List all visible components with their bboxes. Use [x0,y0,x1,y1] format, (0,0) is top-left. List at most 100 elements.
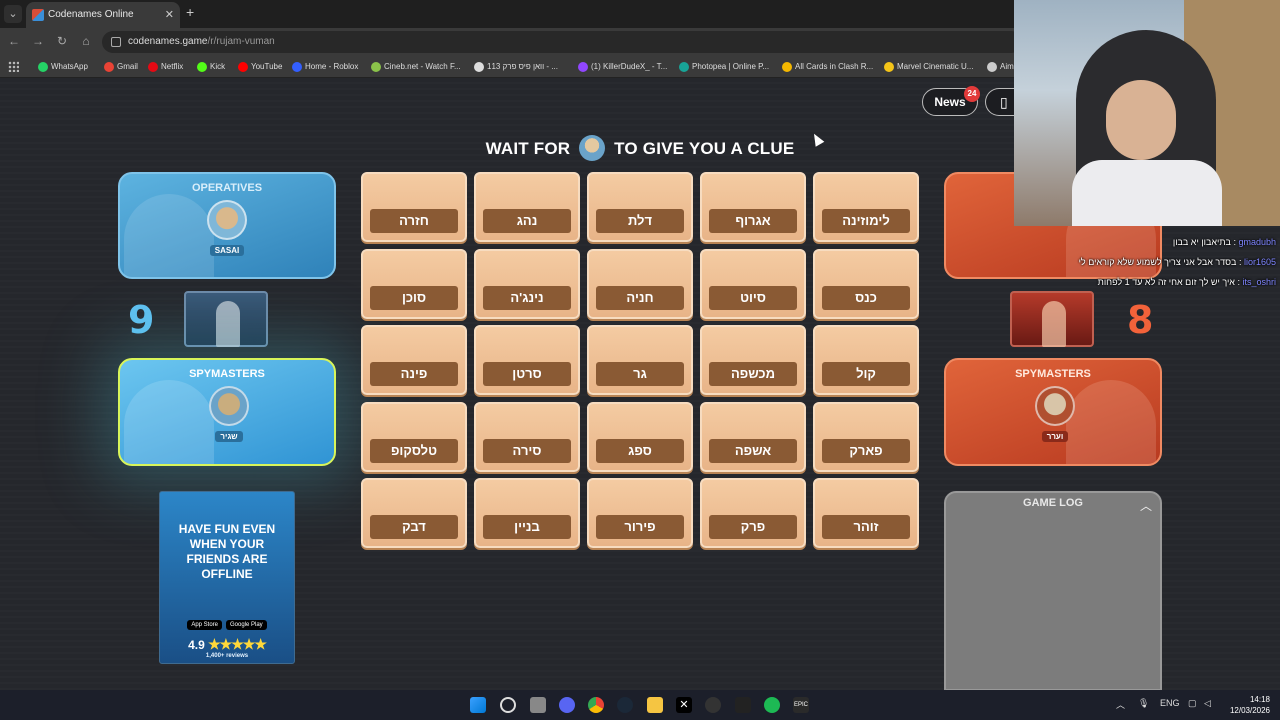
blue-spy-illustration [124,380,214,464]
word-card[interactable]: טלסקופ [361,401,467,472]
site-info-icon[interactable] [111,37,121,47]
red-spymasters-panel[interactable]: SPYMASTERS וערר [944,358,1162,466]
reload-icon[interactable]: ↻ [54,34,70,48]
word-card-label: נינג'ה [483,285,571,310]
word-card[interactable]: פינה [361,325,467,395]
bookmark-label: Gmail [117,62,138,71]
bookmark-label: WhatsApp [51,62,88,71]
word-card[interactable]: נהג [474,172,580,242]
word-card[interactable]: סרטן [474,325,580,395]
file-explorer-icon[interactable] [647,697,663,713]
streamer-webcam [1014,0,1280,226]
word-card[interactable]: מכשפה [700,325,806,395]
word-card[interactable]: אגרוף [700,172,806,242]
task-view-icon[interactable] [530,697,546,713]
codenames-favicon-icon [32,9,44,21]
word-card[interactable]: סירה [474,401,580,472]
word-card-label: לימוזינה [822,209,910,233]
ad-headline: HAVE FUN EVEN WHEN YOUR FRIENDS ARE OFFL… [178,522,276,581]
word-card[interactable]: דבק [361,478,467,548]
bookmark-item[interactable]: Gmail [104,60,138,74]
bookmark-item[interactable]: Netflix [148,60,183,74]
word-card[interactable]: זוהר [813,478,919,548]
bookmark-label: YouTube [251,62,283,71]
bookmark-item[interactable]: Cineb.net - Watch F... [371,60,461,74]
word-card[interactable]: חניה [587,248,693,319]
capcut-icon[interactable]: ✕ [676,697,692,713]
bookmark-item[interactable]: Kick [197,60,225,74]
word-card[interactable]: גר [587,325,693,395]
word-card[interactable]: נינג'ה [474,248,580,319]
start-icon[interactable] [470,697,486,713]
google-play-badge[interactable]: Google Play [226,620,267,630]
word-card[interactable]: פירור [587,478,693,548]
tray-chevron-icon[interactable]: ︿ [1116,698,1125,711]
word-card[interactable]: כנס [813,248,919,319]
word-card[interactable]: ספג [587,401,693,472]
epic-games-icon[interactable]: EPIC [793,697,809,713]
news-label: News [934,95,966,109]
network-icon[interactable]: ▢ [1188,698,1197,709]
home-icon[interactable]: ⌂ [78,34,94,48]
word-card[interactable]: חזרה [361,172,467,242]
spymaster-avatar [579,134,606,161]
red-score: 8 [1127,298,1154,342]
app-icon[interactable] [735,697,751,713]
bookmark-item[interactable]: (1) KillerDudeX_ - T... [578,60,667,74]
word-card-label: ספג [596,438,684,463]
forward-icon[interactable]: → [30,34,46,48]
bookmark-item[interactable]: WhatsApp [38,60,88,74]
language-indicator[interactable]: ENG [1160,698,1180,708]
bookmark-item[interactable]: Photopea | Online P... [679,60,769,74]
word-card-label: זוהר [822,515,910,539]
app-store-badge[interactable]: App Store [187,620,222,630]
bookmark-item[interactable]: All Cards in Clash R... [782,60,873,74]
collapse-chevron-icon[interactable]: ︿ [1140,497,1152,514]
bookmark-item[interactable]: וואן פיס פרק 113 - ... [474,60,558,74]
obs-icon[interactable] [705,697,721,713]
back-icon[interactable]: ← [6,34,22,48]
word-card-label: דבק [370,515,458,539]
discord-icon[interactable] [559,697,575,713]
word-card-label: כנס [822,285,910,310]
spotify-icon[interactable] [764,697,780,713]
tab-search-icon[interactable]: ⌄ [4,5,22,23]
chrome-icon[interactable] [588,697,604,713]
bookmark-item[interactable]: Home - Roblox [292,60,358,74]
bookmark-label: Aim [1000,62,1014,71]
word-card[interactable]: בניין [474,478,580,548]
blue-operatives-panel[interactable]: OPERATIVES SASAI [118,172,336,279]
tab-codenames[interactable]: Codenames Online ✕ [26,2,180,28]
app-promo-ad[interactable]: HAVE FUN EVEN WHEN YOUR FRIENDS ARE OFFL… [159,491,295,664]
word-card[interactable]: לימוזינה [813,172,919,242]
word-card[interactable]: סוכן [361,248,467,319]
address-bar[interactable]: codenames.game/r/rujam-vuman [102,31,1022,53]
steam-icon[interactable] [617,697,633,713]
volume-icon[interactable]: ◁ [1204,698,1211,709]
word-card-label: סרטן [483,362,571,386]
game-log-panel[interactable]: GAME LOG ︿ [944,491,1162,690]
blue-spymasters-panel[interactable]: SPYMASTERS שגיר [118,358,336,466]
apps-grid-icon[interactable] [8,61,19,72]
new-tab-icon[interactable]: + [186,4,194,20]
system-clock[interactable]: 14:18 12/03/2026 [1226,694,1270,716]
blue-score: 9 [128,298,155,342]
search-icon[interactable] [500,697,516,713]
word-card[interactable]: אשפה [700,401,806,472]
microphone-icon[interactable]: 🎙 [1138,698,1149,709]
word-card[interactable]: קול [813,325,919,395]
word-card[interactable]: דלת [587,172,693,242]
word-card[interactable]: סיוט [700,248,806,319]
bookmark-favicon-icon [782,62,792,72]
word-card-label: פינה [370,362,458,386]
close-tab-icon[interactable]: ✕ [165,2,174,28]
word-card[interactable]: פרק [700,478,806,548]
player-avatar [1035,386,1075,426]
clue-suffix: TO GIVE YOU A CLUE [614,139,795,158]
bookmark-item[interactable]: Aim [987,60,1014,74]
chat-separator: : [1236,257,1244,267]
bookmark-item[interactable]: YouTube [238,60,282,74]
bookmark-label: (1) KillerDudeX_ - T... [591,62,668,71]
bookmark-item[interactable]: Marvel Cinematic U... [884,60,973,74]
word-card[interactable]: פארק [813,401,919,472]
